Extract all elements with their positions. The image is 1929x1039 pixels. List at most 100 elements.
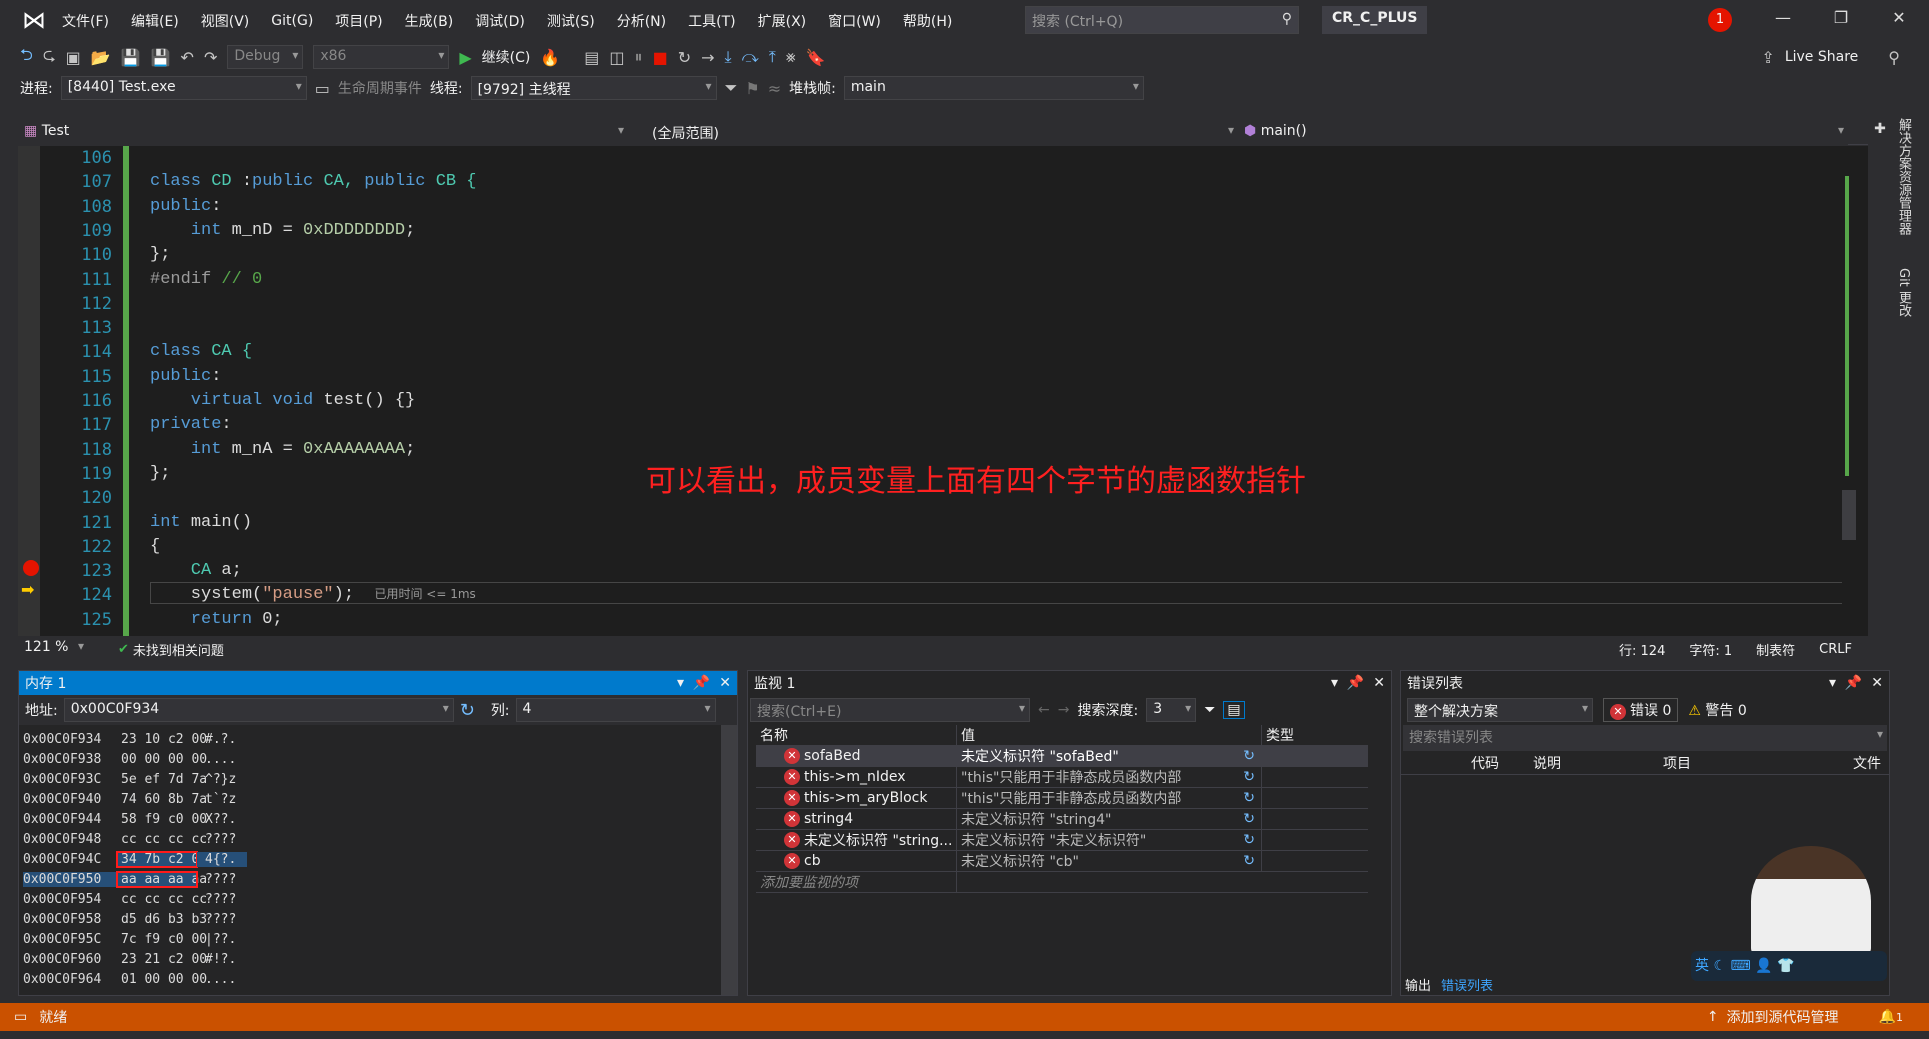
watch-row[interactable]: ✕ cb 未定义标识符 "cb" ↻: [756, 851, 1368, 872]
editor-scrollbar[interactable]: [1842, 146, 1856, 636]
breakpoint-icon[interactable]: [23, 560, 39, 576]
watch-name[interactable]: string4: [804, 811, 853, 827]
close-button[interactable]: ✕: [1884, 8, 1914, 27]
menu-item[interactable]: Git(G): [271, 13, 313, 29]
refresh-icon[interactable]: ↻: [1243, 790, 1255, 806]
memory-row[interactable]: 0x00C0F94C 34 7b c2 00 4{?.: [23, 849, 733, 869]
function-dropdown[interactable]: ⬢ main(): [1238, 120, 1848, 145]
redo-icon[interactable]: ↷: [204, 48, 217, 67]
dropdown-icon[interactable]: ▾: [1331, 675, 1338, 691]
memory-row[interactable]: 0x00C0F964 01 00 00 00....: [23, 969, 733, 989]
input-method-toolbar[interactable]: 英 ☾ ⌨ 👤 👕: [1691, 951, 1887, 981]
memory-grid[interactable]: 0x00C0F934 23 10 c2 00 #.?. 0x00C0F938 00 00…: [19, 725, 737, 993]
column-header-code[interactable]: 代码: [1471, 753, 1533, 773]
menu-item[interactable]: 扩展(X): [758, 11, 807, 31]
menu-item[interactable]: 工具(T): [688, 11, 735, 31]
errors-filter-button[interactable]: ✕ 错误 0: [1603, 698, 1679, 722]
tab-error-list[interactable]: 错误列表: [1441, 975, 1493, 994]
column-header-value[interactable]: 值: [956, 725, 1261, 745]
memory-row[interactable]: 0x00C0F960 23 21 c2 00 #!?.: [23, 949, 733, 969]
line-indicator[interactable]: 行: 124: [1619, 640, 1665, 659]
dropdown-icon[interactable]: ▾: [677, 675, 684, 691]
notifications-icon[interactable]: 🔔: [1879, 1009, 1896, 1025]
memory-row[interactable]: 0x00C0F954 cc cc cc cc????: [23, 889, 733, 909]
back-icon[interactable]: ⮌: [20, 44, 33, 71]
memory-row[interactable]: 0x00C0F958 d5 d6 b3 b3????: [23, 909, 733, 929]
global-search-input[interactable]: 搜索 (Ctrl+Q) ⚲: [1025, 6, 1299, 34]
maximize-button[interactable]: ❐: [1826, 8, 1856, 27]
memory-row[interactable]: 0x00C0F934 23 10 c2 00 #.?.: [23, 729, 733, 749]
add-watch-row[interactable]: 添加要监视的项: [756, 872, 1368, 893]
watch-row[interactable]: ✕ 未定义标识符 "string... 未定义标识符 "未定义标识符" ↻: [756, 830, 1368, 851]
watch-row[interactable]: ✕ sofaBed 未定义标识符 "sofaBed" ↻: [756, 746, 1368, 767]
project-dropdown[interactable]: ▦ Test: [18, 120, 628, 145]
memory-row[interactable]: 0x00C0F93C 5e ef 7d 7a ^?}z: [23, 769, 733, 789]
refresh-icon[interactable]: ↻: [460, 700, 475, 721]
live-share-icon[interactable]: ⇪: [1761, 48, 1774, 67]
add-to-source-control-button[interactable]: 添加到源代码管理: [1727, 1007, 1839, 1027]
watch-name[interactable]: this->m_nIdex: [804, 769, 906, 785]
error-search-input[interactable]: 搜索错误列表: [1403, 725, 1887, 751]
notification-badge[interactable]: 1: [1708, 8, 1732, 32]
back-arrow-icon[interactable]: ←: [1038, 702, 1050, 718]
step-over-icon[interactable]: ⤼: [742, 47, 759, 67]
scope-dropdown[interactable]: (全局范围): [628, 120, 1238, 145]
save-icon[interactable]: 💾: [121, 48, 141, 67]
step-into-icon[interactable]: ⤓: [725, 47, 732, 67]
open-icon[interactable]: 📂: [91, 48, 111, 67]
stop-icon[interactable]: ■: [653, 48, 668, 67]
columns-dropdown[interactable]: 4: [515, 698, 716, 722]
menu-item[interactable]: 分析(N): [617, 11, 666, 31]
close-panel-icon[interactable]: ✕: [1871, 675, 1883, 691]
column-header-file[interactable]: 文件: [1853, 753, 1881, 773]
pin-icon[interactable]: 📌: [1845, 675, 1862, 691]
search-depth-dropdown[interactable]: 3: [1146, 698, 1197, 722]
step-out-icon[interactable]: ⤒: [769, 47, 776, 67]
refresh-icon[interactable]: ↻: [1243, 769, 1255, 785]
menu-item[interactable]: 视图(V): [201, 11, 250, 31]
watch-row[interactable]: ✕ string4 未定义标识符 "string4" ↻: [756, 809, 1368, 830]
menu-item[interactable]: 调试(D): [475, 11, 525, 31]
column-header-description[interactable]: 说明: [1533, 753, 1663, 773]
process-dropdown[interactable]: [8440] Test.exe: [60, 76, 307, 100]
watch-search-input[interactable]: 搜索(Ctrl+E): [750, 698, 1030, 722]
watch-row[interactable]: ✕ this->m_aryBlock "this"只能用于非静态成员函数内部 ↻: [756, 788, 1368, 809]
column-header-name[interactable]: 名称: [756, 725, 956, 745]
menu-item[interactable]: 生成(B): [405, 11, 454, 31]
forward-icon[interactable]: ⮎: [43, 44, 56, 71]
hot-reload-icon[interactable]: 🔥: [540, 48, 560, 67]
continue-icon[interactable]: ▶: [459, 48, 471, 67]
dropdown-icon[interactable]: ▾: [1829, 675, 1836, 691]
memory-row[interactable]: 0x00C0F938 00 00 00 00....: [23, 749, 733, 769]
tab-output[interactable]: 输出: [1405, 975, 1431, 994]
save-all-icon[interactable]: 💾: [151, 48, 171, 67]
memory-scrollbar[interactable]: [721, 725, 737, 995]
memory-row[interactable]: 0x00C0F940 74 60 8b 7a t`?z: [23, 789, 733, 809]
split-editor-icon[interactable]: ✚: [1870, 121, 1890, 137]
menu-item[interactable]: 窗口(W): [828, 11, 881, 31]
menu-item[interactable]: 文件(F): [62, 11, 109, 31]
memory-row[interactable]: 0x00C0F95C 7c f9 c0 00 |??.: [23, 929, 733, 949]
process-icon[interactable]: ▤: [584, 48, 599, 67]
config-dropdown[interactable]: Debug: [227, 45, 304, 69]
threads-icon[interactable]: ≈: [768, 79, 781, 98]
hex-icon[interactable]: ⨳: [786, 47, 796, 67]
forward-arrow-icon[interactable]: →: [1058, 702, 1070, 718]
lifecycle-events-button[interactable]: 生命周期事件: [338, 78, 422, 98]
undo-icon[interactable]: ↶: [181, 48, 194, 67]
refresh-icon[interactable]: ↻: [1243, 748, 1255, 764]
address-input[interactable]: 0x00C0F934: [63, 698, 454, 722]
bookmark-icon[interactable]: 🔖: [806, 48, 826, 67]
close-panel-icon[interactable]: ✕: [719, 675, 731, 691]
refresh-icon[interactable]: ↻: [1243, 853, 1255, 869]
thread-dropdown[interactable]: [9792] 主线程: [470, 76, 717, 100]
column-header-type[interactable]: 类型: [1261, 725, 1361, 745]
notifications-count[interactable]: 1: [1896, 1011, 1903, 1024]
live-share-button[interactable]: Live Share: [1785, 49, 1858, 65]
view-format-icon[interactable]: ▤: [1223, 701, 1245, 719]
warnings-filter-button[interactable]: ⚠ 警告 0: [1688, 700, 1746, 720]
memory-row[interactable]: 0x00C0F948 cc cc cc cc????: [23, 829, 733, 849]
pin-filter-icon[interactable]: ⏷: [1204, 702, 1215, 718]
filter-icon[interactable]: ⏷: [725, 78, 738, 98]
pin-icon[interactable]: 📌: [693, 675, 710, 691]
